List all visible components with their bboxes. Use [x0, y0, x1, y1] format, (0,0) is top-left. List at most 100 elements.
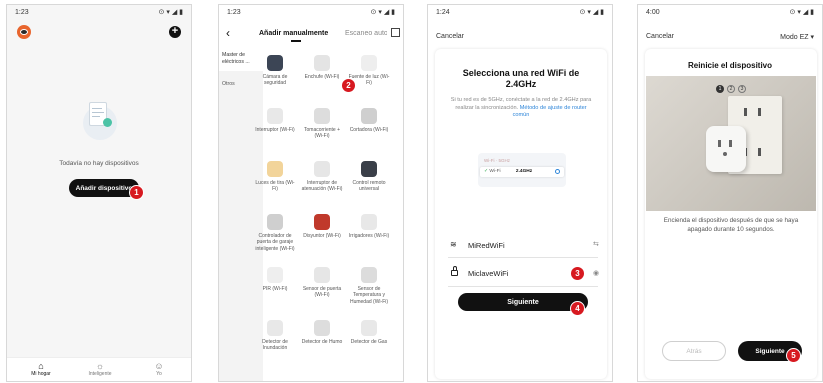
device-icon [267, 214, 283, 230]
device-tile[interactable]: Enchufe (Wi-Fi) [300, 55, 344, 80]
screen-reset-device: 4:00 ⊙ ▾ ◢ ▮ Cancelar Modo EZ ▾ Reinicie … [637, 4, 823, 382]
status-time: 1:24 [436, 8, 450, 16]
device-label: Control remoto universal [352, 180, 386, 193]
device-label: Controlador de puerta de garaje intelige… [255, 233, 295, 252]
device-tile[interactable]: Cortadora (Wi-Fi) [347, 108, 391, 133]
device-tile[interactable]: Luces de tira (Wi-Fi) [253, 161, 297, 193]
wifi-icon: ≋ [450, 240, 457, 249]
tab-manual[interactable]: Añadir manualmente [259, 30, 328, 37]
device-label: Cortadora (Wi-Fi) [349, 127, 389, 133]
status-icons: ⊙ ▾ ◢ ▮ [370, 9, 395, 16]
device-tile[interactable]: Disyuntor (Wi-Fi) [300, 214, 344, 239]
wifi-illustration: Wi-Fi · 5GHz ✓ Wi-Fi 2.4GHz [478, 153, 566, 187]
illus-24-row: ✓ Wi-Fi 2.4GHz [480, 167, 564, 177]
step-badge-5: 5 [786, 348, 801, 363]
screen-wifi: 1:24 ⊙ ▾ ◢ ▮ Cancelar Selecciona una red … [427, 4, 613, 382]
add-icon[interactable]: + [169, 26, 181, 38]
reset-description: Encienda el dispositivo después de que s… [663, 217, 799, 233]
device-tile[interactable]: Sensor de Temperatura y Humedad (Wi-Fi) [347, 267, 391, 305]
device-tile[interactable]: Tomacorriente + (Wi-Fi) [300, 108, 344, 140]
app-logo-icon [17, 25, 31, 39]
device-icon [361, 267, 377, 283]
status-bar: 1:24 ⊙ ▾ ◢ ▮ [428, 5, 612, 19]
device-label: Enchufe (Wi-Fi) [304, 74, 340, 80]
scan-icon[interactable] [391, 28, 400, 37]
device-tile[interactable]: Control remoto universal [347, 161, 391, 193]
cancel-link[interactable]: Cancelar [436, 33, 464, 40]
device-label: Luces de tira (Wi-Fi) [255, 180, 295, 193]
screen-add-device: 1:23 ⊙ ▾ ◢ ▮ ‹ Añadir manualmente Escaneo… [218, 4, 404, 382]
device-icon [267, 267, 283, 283]
step-indicators: 1 2 3 [716, 85, 746, 93]
ssid-divider [448, 257, 598, 258]
device-tile[interactable]: Detector de Inundación [253, 320, 297, 352]
mode-selector[interactable]: Modo EZ ▾ [780, 33, 814, 41]
nav-smart-label: Inteligente [88, 371, 112, 377]
device-icon [361, 55, 377, 71]
chevron-down-icon: ▾ [810, 34, 814, 41]
device-icon [267, 108, 283, 124]
device-tile[interactable]: Cámara de seguridad [253, 55, 297, 87]
bottom-nav: ⌂ Mi hogar ☼ Inteligente ☺ Yo [7, 357, 191, 381]
device-icon [267, 161, 283, 177]
nav-me[interactable]: ☺ Yo [139, 361, 179, 377]
device-icon [267, 55, 283, 71]
device-icon [314, 214, 330, 230]
switch-network-icon[interactable]: ⇆ [593, 240, 599, 248]
device-icon [314, 161, 330, 177]
back-button[interactable]: Atrás [662, 341, 726, 361]
device-label: Sensor de puerta (Wi-Fi) [302, 286, 342, 299]
device-tile[interactable]: PIR (Wi-Fi) [253, 267, 297, 292]
device-tile[interactable]: Interruptor de atenuación (Wi-Fi) [300, 161, 344, 193]
illus-5g-row: Wi-Fi · 5GHz [484, 158, 510, 163]
ssid-field[interactable]: MiRedWiFi [468, 241, 505, 250]
illus-5g-label: Wi-Fi · 5GHz [484, 158, 510, 163]
step-1: 1 [716, 85, 724, 93]
status-time: 4:00 [646, 8, 660, 16]
lock-icon [451, 266, 458, 276]
illus-selected-icon [555, 169, 560, 174]
step-badge-3: 3 [570, 266, 585, 281]
status-bar: 1:23 ⊙ ▾ ◢ ▮ [7, 5, 191, 19]
step-badge-2: 2 [341, 78, 356, 93]
status-bar: 1:23 ⊙ ▾ ◢ ▮ [219, 5, 403, 19]
status-time: 1:23 [15, 8, 29, 16]
device-photo [646, 76, 816, 211]
device-tile[interactable]: Detector de Humo [300, 320, 344, 345]
empty-state-illustration [77, 100, 123, 142]
device-tile[interactable]: Irrigadores (Wi-Fi) [347, 214, 391, 239]
next-button[interactable]: Siguiente [458, 293, 588, 311]
nav-home-label: Mi hogar [31, 371, 51, 377]
device-icon [267, 320, 283, 336]
sun-icon: ☼ [95, 361, 105, 371]
user-icon: ☺ [154, 361, 164, 371]
nav-home[interactable]: ⌂ Mi hogar [21, 361, 61, 377]
tab-auto-scan[interactable]: Escaneo auto [345, 30, 387, 37]
back-icon[interactable]: ‹ [226, 27, 230, 39]
device-icon [361, 108, 377, 124]
device-icon [314, 108, 330, 124]
step-badge-4: 4 [570, 301, 585, 316]
home-icon: ⌂ [38, 361, 44, 371]
device-tile[interactable]: Detector de Gas [347, 320, 391, 345]
device-tile[interactable]: Controlador de puerta de garaje intelige… [253, 214, 297, 252]
show-password-icon[interactable]: ◉ [593, 269, 599, 277]
nav-smart[interactable]: ☼ Inteligente [80, 361, 120, 377]
router-setting-link[interactable]: Método de ajuste de router común [513, 105, 587, 119]
cancel-link[interactable]: Cancelar [646, 33, 674, 40]
device-label: Detector de Humo [301, 339, 343, 345]
device-icon [361, 214, 377, 230]
device-label: Detector de Inundación [262, 339, 288, 352]
device-label: Tomacorriente + (Wi-Fi) [304, 127, 340, 140]
status-icons: ⊙ ▾ ◢ ▮ [158, 9, 183, 16]
illus-wifi-label: Wi-Fi [489, 169, 501, 174]
device-label: Disyuntor (Wi-Fi) [303, 233, 341, 239]
password-divider [448, 286, 598, 287]
device-label: Detector de Gas [350, 339, 388, 345]
device-label: Cámara de seguridad [262, 74, 288, 87]
device-tile[interactable]: Sensor de puerta (Wi-Fi) [300, 267, 344, 299]
wifi-description: Si tu red es de 5GHz, conéctate a la red… [450, 97, 592, 120]
device-tile[interactable]: Interruptor (Wi-Fi) [253, 108, 297, 133]
reset-title: Reinicie el dispositivo [687, 61, 773, 70]
password-field[interactable]: MiclaveWiFi [468, 269, 508, 278]
